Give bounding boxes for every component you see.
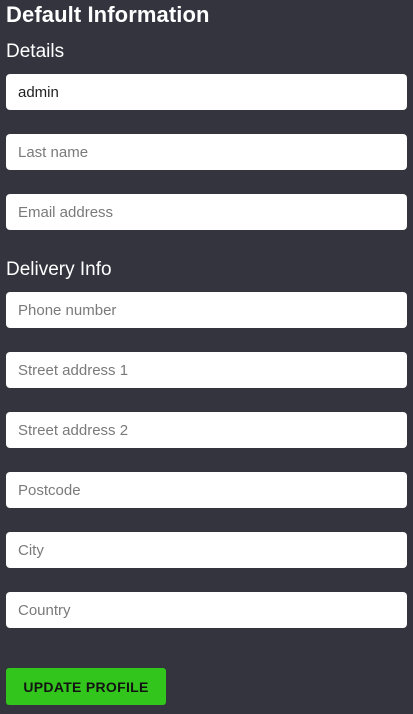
page-title: Default Information [6,2,210,27]
phone-input[interactable] [6,292,407,328]
first-name-input[interactable] [6,74,407,110]
street-address-1-input[interactable] [6,352,407,388]
section-heading-details: Details [6,41,65,62]
street-address-2-input[interactable] [6,412,407,448]
last-name-input[interactable] [6,134,407,170]
email-input[interactable] [6,194,407,230]
country-input[interactable] [6,592,407,628]
city-input[interactable] [6,532,407,568]
update-profile-button[interactable]: UPDATE PROFILE [6,668,166,705]
postcode-input[interactable] [6,472,407,508]
section-heading-delivery: Delivery Info [6,259,112,280]
